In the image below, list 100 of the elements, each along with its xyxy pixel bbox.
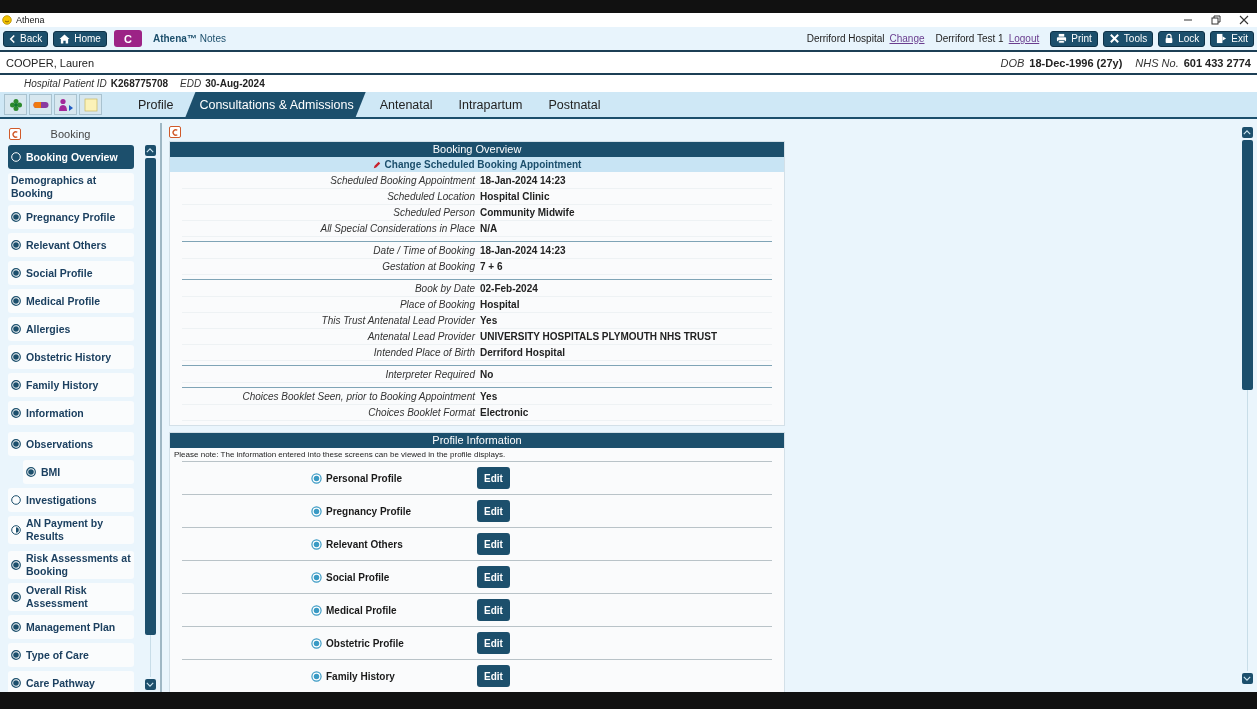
quick-icon[interactable]	[4, 94, 27, 115]
field-label: Place of Booking	[398, 299, 475, 310]
quick-icon[interactable]	[54, 94, 77, 115]
sidebar-item[interactable]: Allergies	[8, 317, 134, 341]
chevron-down-icon	[146, 682, 154, 687]
sidebar-item[interactable]: Medical Profile	[8, 289, 134, 313]
field-label: Choices Booklet Format	[367, 407, 475, 418]
status-filled-icon	[311, 505, 322, 517]
tab[interactable]: Postnatal	[534, 92, 613, 117]
field-label: This Trust Antenatal Lead Provider	[320, 315, 475, 326]
sidebar-item[interactable]: Investigations	[8, 488, 134, 512]
field-label: Interpreter Required	[384, 369, 475, 380]
home-button[interactable]: Home	[53, 30, 107, 47]
tab[interactable]: Profile	[124, 92, 186, 117]
sidebar-item[interactable]: Care Pathway	[8, 671, 134, 692]
scrollbar[interactable]	[1241, 127, 1253, 684]
collapse-icon[interactable]	[169, 126, 181, 138]
logout-link[interactable]: Logout	[1008, 33, 1040, 44]
c-button[interactable]: C	[113, 30, 142, 47]
tab[interactable]: Consultations & Admissions	[185, 92, 366, 117]
status-filled-icon	[311, 472, 322, 484]
sidebar-item[interactable]: BMI	[23, 460, 134, 484]
sidebar-item[interactable]: Risk Assessments at Booking	[8, 551, 134, 579]
field-value: 18-Jan-2024 14:23	[480, 245, 566, 256]
edit-button[interactable]: Edit	[477, 533, 510, 555]
field-value: Yes	[480, 315, 498, 326]
status-filled-icon	[311, 571, 322, 583]
tools-button[interactable]: Tools	[1102, 30, 1154, 47]
print-button[interactable]: Print	[1050, 30, 1098, 47]
sidebar-item[interactable]: Demographics at Booking	[8, 173, 134, 201]
edit-button[interactable]: Edit	[477, 566, 510, 588]
back-button[interactable]: Back	[3, 30, 49, 47]
tab[interactable]: Intrapartum	[444, 92, 535, 117]
sidebar-item[interactable]: Information	[8, 401, 134, 425]
status-filled-icon	[311, 637, 322, 649]
tab[interactable]: Antenatal	[365, 92, 445, 117]
scrollbar[interactable]	[144, 145, 156, 692]
status-filled-icon	[311, 538, 322, 550]
change-appointment-link[interactable]: Change Scheduled Booking Appointment	[170, 157, 784, 172]
sidebar-item[interactable]: Pregnancy Profile	[8, 205, 134, 229]
close-icon[interactable]	[1239, 15, 1249, 25]
sidebar-item[interactable]: Relevant Others	[8, 233, 134, 257]
note-text: Please note: The information entered into these screens can be viewed in the profile displays.	[173, 449, 507, 461]
window-title: Athena	[16, 15, 45, 25]
sidebar-item[interactable]: Social Profile	[8, 261, 134, 285]
panel-header: Booking Overview	[170, 142, 784, 157]
change-link[interactable]: Change	[889, 33, 925, 44]
patient-id-label: Hospital Patient ID	[24, 78, 107, 89]
field-label: Antenatal Lead Provider	[366, 331, 475, 342]
field-value: UNIVERSITY HOSPITALS PLYMOUTH NHS TRUST	[480, 331, 718, 342]
profile-label: Family History	[326, 670, 396, 682]
sidebar-item[interactable]: Booking Overview	[8, 145, 134, 169]
field-label: All Special Considerations in Place	[319, 223, 475, 234]
note-icon	[83, 97, 98, 112]
patient-id-value: K268775708	[110, 78, 169, 89]
status-filled-icon	[311, 604, 322, 616]
field-value: 7 + 6	[480, 261, 503, 272]
profile-label: Medical Profile	[326, 604, 398, 616]
sidebar-item[interactable]: Family History	[8, 373, 134, 397]
sidebar-item[interactable]: Obstetric History	[8, 345, 134, 369]
field-value: Hospital	[480, 299, 520, 310]
sidebar-title: Booking	[49, 128, 92, 140]
edit-button[interactable]: Edit	[477, 665, 510, 687]
profile-label: Personal Profile	[326, 472, 404, 484]
collapse-icon[interactable]	[9, 128, 21, 140]
chevron-left-icon	[9, 33, 16, 44]
smiley-icon	[2, 15, 12, 25]
edd-label: EDD	[180, 78, 202, 89]
exit-button[interactable]: Exit	[1210, 30, 1254, 47]
quick-icon[interactable]	[29, 94, 52, 115]
nhs-value: 601 433 2774	[1183, 56, 1251, 69]
edit-button[interactable]: Edit	[477, 467, 510, 489]
pencil-icon	[372, 160, 381, 169]
flower-icon	[8, 97, 23, 112]
sidebar-item[interactable]: AN Payment by Results	[8, 516, 134, 544]
field-label: Scheduled Person	[392, 207, 475, 218]
field-label: Gestation at Booking	[381, 261, 475, 272]
home-icon	[59, 33, 71, 44]
sidebar-item[interactable]: Type of Care	[8, 643, 134, 667]
edit-button[interactable]: Edit	[477, 599, 510, 621]
field-value: Hospital Clinic	[480, 191, 550, 202]
dob-label: DOB	[1000, 56, 1025, 69]
location-text: Derriford Hospital	[806, 33, 885, 44]
person-arrow-icon	[57, 97, 74, 112]
field-value: 18-Jan-2024 14:23	[480, 175, 566, 186]
field-value: No	[480, 369, 494, 380]
lock-button[interactable]: Lock	[1158, 30, 1206, 47]
edit-button[interactable]: Edit	[477, 500, 510, 522]
exit-icon	[1216, 33, 1228, 44]
nhs-label: NHS No.	[1135, 56, 1179, 69]
sidebar-item[interactable]: Overall Risk Assessment	[8, 583, 134, 611]
field-value: Derriford Hospital	[480, 347, 565, 358]
profile-label: Relevant Others	[326, 538, 404, 550]
chevron-up-icon	[146, 148, 154, 153]
sidebar-item[interactable]: Observations	[8, 432, 134, 456]
sidebar-item[interactable]: Management Plan	[8, 615, 134, 639]
app-subtitle: Notes	[199, 33, 226, 44]
edit-button[interactable]: Edit	[477, 632, 510, 654]
restore-icon[interactable]	[1211, 15, 1221, 25]
edd-value: 30-Aug-2024	[205, 78, 265, 89]
